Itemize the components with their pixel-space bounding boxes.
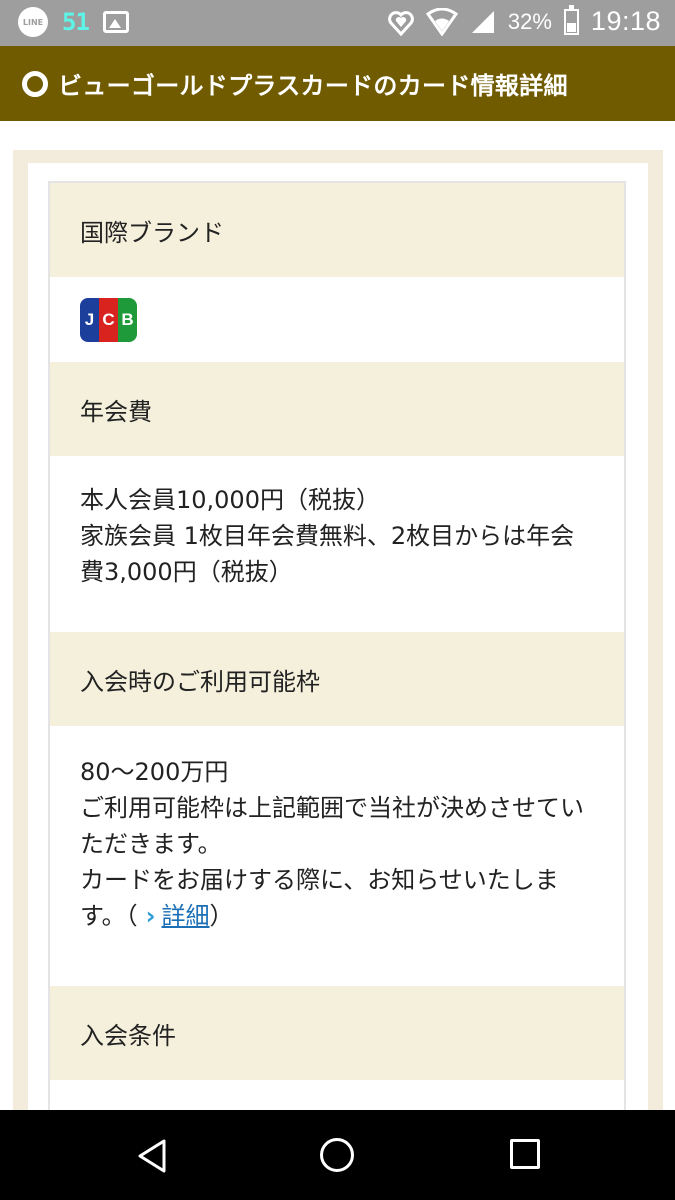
recent-apps-icon[interactable] [510,1139,540,1169]
line-app-icon: LINE [18,7,48,37]
brand-heading-row: 国際ブランド [50,183,624,277]
battery-percent: 32% [507,8,552,34]
conditions-content-row [50,1080,624,1110]
conditions-heading: 入会条件 [80,1021,176,1050]
conditions-heading-row: 入会条件 [50,986,624,1080]
credit-limit-heading-row: 入会時のご利用可能枠 [50,632,624,726]
details-link[interactable]: 詳細 [162,902,210,930]
annual-fee-heading: 年会費 [80,397,152,426]
card-info-table: 国際ブランド J C B 年会費 本人会員10,000円（税抜） 家族会員 1枚… [48,181,626,1110]
close-paren: ） [209,902,234,930]
annual-fee-heading-row: 年会費 [50,362,624,456]
page-header: ビューゴールドプラスカードのカード情報詳細 [0,46,675,121]
back-icon[interactable] [136,1138,168,1174]
image-icon [102,11,129,33]
jcb-logo-j: J [80,297,99,342]
line-icon-label: LINE [22,17,44,27]
credit-limit-heading: 入会時のご利用可能枠 [80,667,320,696]
nav-bar [0,1110,675,1200]
battery-icon [563,4,579,35]
annual-fee-line: 家族会員 1枚目年会費無料、2枚目からは年会費3,000円（税抜） [80,522,575,586]
annual-fee-line: 本人会員10,000円（税抜） [80,486,380,514]
credit-limit-line: ご利用可能枠は上記範囲で当社が決めさせていただきます。 [80,794,584,858]
jcb-logo-icon: J C B [80,297,137,342]
heart-location-icon [387,10,414,36]
circle-bullet-icon [22,70,48,97]
brand-heading: 国際ブランド [80,218,224,247]
wifi-icon [425,7,458,36]
page-title: ビューゴールドプラスカードのカード情報詳細 [58,72,568,100]
credit-limit-content-row: 80〜200万円 ご利用可能枠は上記範囲で当社が決めさせていただきます。 カード… [50,726,624,986]
notification-count: 51 [62,8,90,36]
credit-limit-line: 80〜200万円 [80,758,229,786]
jcb-logo-b: B [118,297,137,342]
signal-icon [471,10,494,33]
annual-fee-content-row: 本人会員10,000円（税抜） 家族会員 1枚目年会費無料、2枚目からは年会費3… [50,456,624,632]
clock: 19:18 [590,6,661,36]
home-icon[interactable] [320,1138,354,1172]
jcb-logo-c: C [99,297,118,342]
chevron-right-icon: › [145,902,156,930]
status-bar: LINE 51 32% 19:18 [0,0,675,46]
brand-content-row: J C B [50,277,624,362]
